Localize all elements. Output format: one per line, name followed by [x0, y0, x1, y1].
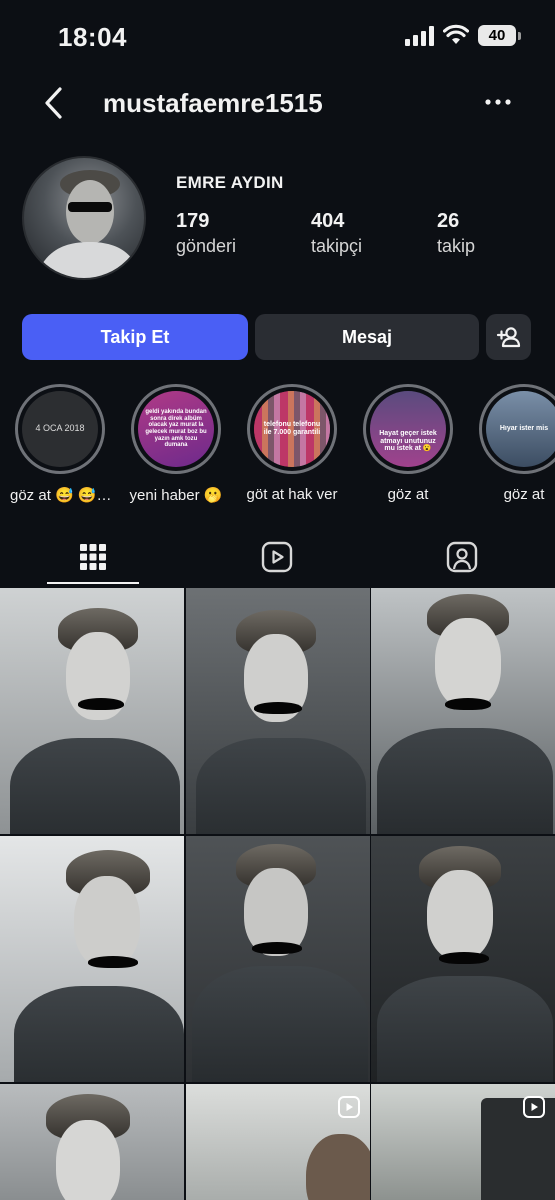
- post-figure: [445, 698, 491, 710]
- suggested-users-button[interactable]: [486, 314, 531, 360]
- highlight-cover-text: Hıyar ister mis: [499, 425, 549, 433]
- more-horizontal-icon[interactable]: [483, 88, 513, 116]
- highlight-cover: Hayat geçer istek atmayı unutunuz mu ist…: [370, 391, 446, 467]
- highlight-ring: geldi yakında bundan sonra direk albüm o…: [131, 384, 221, 474]
- active-tab-indicator: [47, 582, 139, 584]
- stat-following[interactable]: 26 takip: [437, 210, 475, 257]
- highlight-cover-text: telefonu telefonu ile 7.000 garantili: [254, 391, 330, 467]
- post-figure: [377, 976, 553, 1082]
- highlight-cover: 4 OCA 2018: [22, 391, 98, 467]
- post-thumbnail[interactable]: [0, 1084, 184, 1200]
- stat-posts-label: gönderi: [176, 236, 237, 256]
- post-thumbnail[interactable]: [371, 836, 555, 1082]
- wifi-icon: [443, 24, 469, 44]
- cellular-signal-icon: [405, 26, 434, 46]
- stat-following-label: takip: [437, 236, 476, 256]
- post-figure: [192, 966, 368, 1082]
- highlight-label: göt at hak ver: [246, 486, 338, 503]
- stat-followers-value: 404: [311, 210, 345, 232]
- post-figure: [88, 956, 138, 968]
- post-figure: [427, 870, 493, 960]
- post-figure: [74, 876, 140, 968]
- profile-full-name: EMRE AYDIN: [176, 173, 284, 192]
- battery-indicator: 40: [478, 25, 521, 46]
- post-figure: [377, 728, 553, 834]
- highlight-cover: Hıyar ister mis: [486, 391, 555, 467]
- tab-grid[interactable]: [47, 530, 139, 584]
- highlight-item[interactable]: Hıyar ister mis göz at: [474, 384, 555, 503]
- stat-posts-value: 179: [176, 210, 210, 232]
- status-time: 18:04: [58, 22, 127, 52]
- grid-icon: [80, 544, 106, 570]
- post-figure: [56, 1120, 120, 1200]
- tab-reels[interactable]: [231, 530, 323, 584]
- status-bar: 18:04 40: [0, 0, 555, 72]
- post-figure: [254, 702, 302, 714]
- reel-icon: [338, 1096, 360, 1118]
- highlight-label: yeni haber 🫢: [129, 487, 223, 504]
- post-thumbnail[interactable]: [186, 588, 370, 834]
- profile-avatar[interactable]: [22, 156, 146, 280]
- post-figure: [10, 738, 180, 834]
- post-thumbnail[interactable]: [0, 588, 184, 834]
- highlight-ring: Hıyar ister mis: [479, 384, 555, 474]
- tab-tagged[interactable]: [416, 530, 508, 584]
- post-figure: [435, 618, 501, 708]
- highlight-item[interactable]: geldi yakında bundan sonra direk albüm o…: [126, 384, 226, 504]
- highlight-label: göz at: [387, 486, 429, 503]
- post-thumbnail[interactable]: [186, 836, 370, 1082]
- highlight-ring: 4 OCA 2018: [15, 384, 105, 474]
- highlight-item[interactable]: 4 OCA 2018 göz at 😅 😅…: [10, 384, 112, 504]
- post-figure: [78, 698, 124, 710]
- stat-followers[interactable]: 404 takipçi: [311, 210, 362, 257]
- highlight-cover: geldi yakında bundan sonra direk albüm o…: [138, 391, 214, 467]
- post-figure: [306, 1134, 370, 1200]
- story-highlights: 4 OCA 2018 göz at 😅 😅… geldi yakında bun…: [0, 384, 555, 514]
- stat-following-value: 26: [437, 210, 460, 232]
- chevron-left-icon[interactable]: [40, 86, 68, 120]
- highlight-item[interactable]: telefonu telefonu ile 7.000 garantili gö…: [242, 384, 342, 503]
- post-thumbnail[interactable]: [371, 1084, 555, 1200]
- highlight-cover: telefonu telefonu ile 7.000 garantili: [254, 391, 330, 467]
- highlight-cover-text: geldi yakında bundan sonra direk albüm o…: [145, 409, 207, 449]
- highlight-label: göz at 😅 😅…: [10, 487, 112, 504]
- post-thumbnail[interactable]: [0, 836, 184, 1082]
- stat-posts[interactable]: 179 gönderi: [176, 210, 236, 257]
- highlight-ring: Hayat geçer istek atmayı unutunuz mu ist…: [363, 384, 453, 474]
- stat-followers-label: takipçi: [311, 236, 363, 256]
- highlight-ring: telefonu telefonu ile 7.000 garantili: [247, 384, 337, 474]
- profile-username: mustafaemre1515: [103, 88, 323, 118]
- post-thumbnail[interactable]: [371, 588, 555, 834]
- message-button[interactable]: Mesaj: [255, 314, 479, 360]
- post-figure: [14, 986, 184, 1082]
- highlight-cover-text: Hayat geçer istek atmayı unutunuz mu ist…: [379, 429, 437, 453]
- tagged-person-icon: [446, 541, 478, 573]
- highlight-label: göz at: [503, 486, 545, 503]
- avatar-photo: [35, 170, 141, 278]
- post-figure: [439, 952, 489, 964]
- profile-tabs: [0, 530, 555, 586]
- post-thumbnail[interactable]: [186, 1084, 370, 1200]
- highlight-item[interactable]: Hayat geçer istek atmayı unutunuz mu ist…: [358, 384, 458, 503]
- add-user-icon: [496, 327, 521, 348]
- post-figure: [196, 738, 366, 834]
- reel-icon: [523, 1096, 545, 1118]
- follow-button[interactable]: Takip Et: [22, 314, 248, 360]
- highlight-cover-text: 4 OCA 2018: [35, 423, 85, 434]
- post-figure: [252, 942, 302, 954]
- profile-header: mustafaemre1515: [0, 78, 555, 128]
- reels-icon: [261, 541, 293, 573]
